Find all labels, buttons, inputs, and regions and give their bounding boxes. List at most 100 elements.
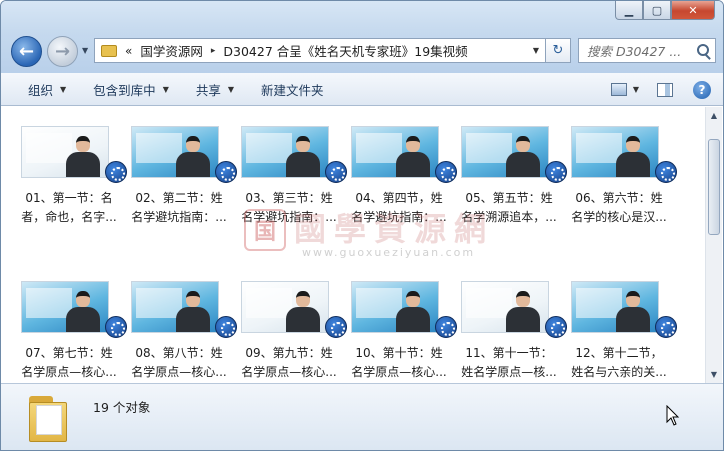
close-button[interactable]: ✕ xyxy=(671,1,715,20)
file-name-line: 名学原点—核心... xyxy=(131,365,227,379)
file-name-line: 12、第十二节， xyxy=(575,346,663,360)
video-thumbnail[interactable] xyxy=(131,281,219,333)
change-view-icon[interactable] xyxy=(610,83,627,96)
video-thumbnail[interactable] xyxy=(461,126,549,178)
refresh-icon: ↻ xyxy=(552,43,564,58)
new-folder-label: 新建文件夹 xyxy=(261,82,324,98)
new-folder-button[interactable]: 新建文件夹 xyxy=(261,80,324,99)
video-thumbnail[interactable] xyxy=(131,126,219,178)
file-name-line: 名学原点—核心... xyxy=(241,365,337,379)
scroll-thumb[interactable] xyxy=(708,139,720,235)
video-player-icon xyxy=(105,316,127,338)
video-player-icon xyxy=(545,161,567,183)
file-name[interactable]: 03、第三节：姓 名学避坑指南：... xyxy=(237,189,341,227)
file-item[interactable]: 03、第三节：姓 名学避坑指南：... xyxy=(237,126,347,236)
file-name-line: 06、第六节：姓 xyxy=(575,191,663,205)
include-in-library-menu[interactable]: 包含到库中 ▼ xyxy=(93,80,169,99)
scroll-down-icon[interactable]: ▼ xyxy=(706,366,722,383)
scroll-up-icon[interactable]: ▲ xyxy=(706,107,722,124)
file-item[interactable]: 06、第六节：姓 名学的核心是汉... xyxy=(567,126,677,236)
file-name[interactable]: 02、第二节：姓 名学避坑指南：... xyxy=(127,189,231,227)
video-thumbnail[interactable] xyxy=(241,126,329,178)
file-item[interactable]: 11、第十一节： 姓名学原点—核... xyxy=(457,281,567,391)
file-name-line: 03、第三节：姓 xyxy=(245,191,333,205)
dropdown-arrow-icon: ▼ xyxy=(162,84,169,94)
search-box[interactable]: 搜索 D30427 ... xyxy=(578,38,716,63)
file-item[interactable]: 04、第四节，姓 名学避坑指南：... xyxy=(347,126,457,236)
video-thumbnail[interactable] xyxy=(21,281,109,333)
video-thumbnail[interactable] xyxy=(571,281,659,333)
refresh-button[interactable]: ↻ xyxy=(546,38,571,63)
video-player-icon xyxy=(655,316,677,338)
file-name[interactable]: 08、第八节：姓 名学原点—核心... xyxy=(127,344,231,382)
file-name[interactable]: 10、第十节：姓 名学原点—核心... xyxy=(347,344,451,382)
command-bar: 组织 ▼ 包含到库中 ▼ 共享 ▼ 新建文件夹 ▼ ? xyxy=(1,73,723,106)
search-placeholder: 搜索 D30427 ... xyxy=(587,44,682,59)
video-player-icon xyxy=(545,316,567,338)
minimize-button[interactable]: ▁ xyxy=(615,1,643,20)
video-player-icon xyxy=(105,161,127,183)
file-name-line: 11、第十一节： xyxy=(465,346,553,360)
video-player-icon xyxy=(435,161,457,183)
file-name-line: 名学避坑指南：... xyxy=(351,210,447,224)
organize-menu[interactable]: 组织 ▼ xyxy=(28,80,66,99)
file-item[interactable]: 08、第八节：姓 名学原点—核心... xyxy=(127,281,237,391)
file-item[interactable]: 10、第十节：姓 名学原点—核心... xyxy=(347,281,457,391)
file-item[interactable]: 09、第九节：姓 名学原点—核心... xyxy=(237,281,347,391)
file-name-line: 04、第四节，姓 xyxy=(355,191,443,205)
file-name[interactable]: 06、第六节：姓 名学的核心是汉... xyxy=(567,189,671,227)
file-name[interactable]: 12、第十二节， 姓名与六亲的关... xyxy=(567,344,671,382)
video-player-icon xyxy=(435,316,457,338)
title-address-bar: ▁ ▢ ✕ ← → ▼ « 国学资源网 ▸ D30427 合呈《姓名天机专家班》… xyxy=(1,1,723,73)
video-player-icon xyxy=(655,161,677,183)
file-item[interactable]: 12、第十二节， 姓名与六亲的关... xyxy=(567,281,677,391)
file-name[interactable]: 04、第四节，姓 名学避坑指南：... xyxy=(347,189,451,227)
file-item[interactable]: 05、第五节：姓 名学溯源追本，... xyxy=(457,126,567,236)
video-thumbnail[interactable] xyxy=(351,126,439,178)
breadcrumb-item[interactable]: 国学资源网 xyxy=(140,41,203,60)
details-pane: 19 个对象 xyxy=(1,383,723,450)
file-name[interactable]: 05、第五节：姓 名学溯源追本，... xyxy=(457,189,561,227)
explorer-window: ▁ ▢ ✕ ← → ▼ « 国学资源网 ▸ D30427 合呈《姓名天机专家班》… xyxy=(0,0,724,451)
file-item[interactable]: 01、第一节：名 者，命也，名字... xyxy=(17,126,127,236)
maximize-button[interactable]: ▢ xyxy=(643,1,671,20)
recent-pages-dropdown[interactable]: ▼ xyxy=(82,46,88,55)
folder-icon xyxy=(101,44,117,57)
file-name[interactable]: 11、第十一节： 姓名学原点—核... xyxy=(457,344,561,382)
video-thumbnail[interactable] xyxy=(571,126,659,178)
forward-button[interactable]: → xyxy=(47,36,78,67)
file-name-line: 名学原点—核心... xyxy=(21,365,117,379)
overflow-chevron[interactable]: « xyxy=(125,44,132,58)
video-thumbnail[interactable] xyxy=(241,281,329,333)
file-name-line: 07、第七节：姓 xyxy=(25,346,113,360)
file-item[interactable]: 02、第二节：姓 名学避坑指南：... xyxy=(127,126,237,236)
help-icon[interactable]: ? xyxy=(693,80,711,99)
file-name[interactable]: 01、第一节：名 者，命也，名字... xyxy=(17,189,121,227)
file-name-line: 者，命也，名字... xyxy=(21,210,117,224)
address-dropdown-icon[interactable]: ▼ xyxy=(533,46,539,55)
breadcrumb-current[interactable]: D30427 合呈《姓名天机专家班》19集视频 xyxy=(223,41,467,60)
search-icon[interactable] xyxy=(697,44,709,56)
file-name-line: 01、第一节：名 xyxy=(25,191,113,205)
video-player-icon xyxy=(215,316,237,338)
back-button[interactable]: ← xyxy=(11,36,42,67)
file-name[interactable]: 07、第七节：姓 名学原点—核心... xyxy=(17,344,121,382)
file-name-line: 02、第二节：姓 xyxy=(135,191,223,205)
include-library-label: 包含到库中 xyxy=(93,82,156,98)
vertical-scrollbar[interactable]: ▲ ▼ xyxy=(705,107,722,383)
video-player-icon xyxy=(325,316,347,338)
video-thumbnail[interactable] xyxy=(461,281,549,333)
video-thumbnail[interactable] xyxy=(21,126,109,178)
item-count: 19 个对象 xyxy=(93,400,151,415)
view-dropdown-icon[interactable]: ▼ xyxy=(633,85,639,94)
share-menu[interactable]: 共享 ▼ xyxy=(196,80,234,99)
preview-pane-icon[interactable] xyxy=(657,82,673,97)
breadcrumb-separator[interactable]: ▸ xyxy=(211,46,216,56)
dropdown-arrow-icon: ▼ xyxy=(60,84,67,94)
file-item[interactable]: 07、第七节：姓 名学原点—核心... xyxy=(17,281,127,391)
address-bar[interactable]: « 国学资源网 ▸ D30427 合呈《姓名天机专家班》19集视频 ▼ xyxy=(94,38,546,63)
video-thumbnail[interactable] xyxy=(351,281,439,333)
file-name-line: 08、第八节：姓 xyxy=(135,346,223,360)
file-list: 01、第一节：名 者，命也，名字... 02、第二节：姓 名学避坑指南：... 03、第… xyxy=(1,107,701,383)
file-name[interactable]: 09、第九节：姓 名学原点—核心... xyxy=(237,344,341,382)
